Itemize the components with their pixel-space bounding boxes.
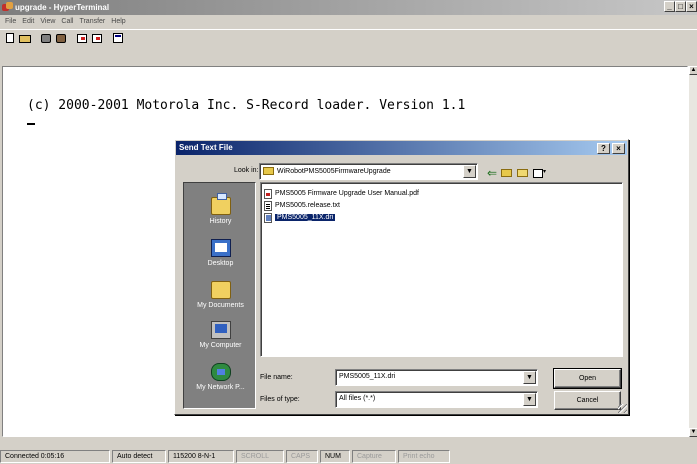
file-name-input[interactable]: PMS5005_11X.dri ▼: [335, 369, 538, 386]
send-text-file-dialog: Send Text File ? × Look in: WiRobotPMS50…: [174, 139, 629, 415]
status-scroll: SCROLL: [236, 450, 284, 463]
status-bar: Connected 0:05:16 Auto detect 115200 8-N…: [0, 449, 697, 464]
place-history[interactable]: History: [184, 193, 257, 225]
look-in-label: Look in:: [234, 167, 259, 174]
scroll-up-icon[interactable]: ▲: [689, 66, 697, 75]
status-caps: CAPS: [286, 450, 318, 463]
back-arrow-icon[interactable]: ⇐: [485, 166, 499, 180]
chevron-down-icon[interactable]: ▼: [523, 393, 536, 406]
place-my-documents[interactable]: My Documents: [184, 281, 257, 309]
file-type-value: All files (*.*): [339, 395, 376, 402]
place-desktop[interactable]: Desktop: [184, 239, 257, 267]
file-name-value: PMS5005_11X.dri: [339, 373, 396, 380]
status-settings: 115200 8-N-1: [168, 450, 234, 463]
file-list[interactable]: PMS5005 Firmware Upgrade User Manual.pdf…: [260, 182, 623, 357]
maximize-button[interactable]: □: [675, 1, 686, 12]
my-network-icon: [210, 363, 231, 381]
place-my-computer[interactable]: My Computer: [184, 321, 257, 349]
look-in-value: WiRobotPMS5005FirmwareUpgrade: [277, 167, 391, 175]
pdf-file-icon: [264, 188, 272, 199]
cancel-button[interactable]: Cancel: [554, 391, 621, 410]
hyperterminal-icon: [2, 2, 13, 13]
menu-edit[interactable]: Edit: [19, 18, 37, 25]
terminal-line: (c) 2000-2001 Motorola Inc. S-Record loa…: [27, 98, 466, 113]
terminal-cursor: [27, 123, 35, 125]
new-connection-icon[interactable]: [3, 31, 17, 45]
history-icon: [210, 193, 231, 215]
menu-help[interactable]: Help: [108, 18, 128, 25]
status-connected: Connected 0:05:16: [0, 450, 110, 463]
close-button[interactable]: ×: [686, 1, 697, 12]
vertical-scrollbar[interactable]: ▲ ▼: [688, 66, 697, 437]
my-computer-icon: [210, 321, 231, 339]
status-num: NUM: [320, 450, 350, 463]
place-my-network[interactable]: My Network P...: [184, 363, 257, 391]
list-item-selected[interactable]: PMS5005_11X.dri: [264, 212, 336, 223]
new-folder-icon[interactable]: [517, 166, 531, 180]
my-documents-icon: [210, 281, 231, 299]
menu-transfer[interactable]: Transfer: [76, 18, 108, 25]
menu-view[interactable]: View: [37, 18, 58, 25]
list-item[interactable]: PMS5005 Firmware Upgrade User Manual.pdf: [264, 188, 419, 199]
open-button[interactable]: Open: [553, 368, 622, 389]
minimize-button[interactable]: _: [664, 1, 675, 12]
toolbar: [0, 29, 697, 46]
up-folder-icon[interactable]: [501, 166, 515, 180]
properties-icon[interactable]: [111, 31, 125, 45]
dialog-close-button[interactable]: ×: [612, 143, 625, 154]
disconnect-phone-icon[interactable]: [54, 31, 68, 45]
file-type-select[interactable]: All files (*.*) ▼: [335, 391, 538, 408]
list-item[interactable]: PMS5005.release.txt: [264, 200, 340, 211]
dri-file-icon: [264, 212, 272, 223]
window-title-bar[interactable]: upgrade - HyperTerminal _ □ ×: [0, 0, 697, 15]
send-file-icon[interactable]: [75, 31, 89, 45]
text-file-icon: [264, 200, 272, 211]
chevron-down-icon[interactable]: ▼: [463, 165, 476, 178]
folder-icon: [263, 167, 274, 175]
file-type-label: Files of type:: [260, 396, 300, 403]
receive-file-icon[interactable]: [90, 31, 104, 45]
status-capture: Capture: [352, 450, 396, 463]
dialog-title: Send Text File: [179, 143, 233, 152]
menu-file[interactable]: File: [2, 18, 19, 25]
desktop-icon: [210, 239, 231, 257]
status-detect: Auto detect: [112, 450, 166, 463]
places-bar: History Desktop My Documents My Computer…: [183, 182, 256, 409]
chevron-down-icon[interactable]: ▼: [523, 371, 536, 384]
help-button[interactable]: ?: [597, 143, 610, 154]
scroll-down-icon[interactable]: ▼: [689, 428, 697, 437]
look-in-select[interactable]: WiRobotPMS5005FirmwareUpgrade ▼: [259, 163, 478, 180]
view-menu-icon[interactable]: ▾: [533, 166, 553, 180]
connect-phone-icon[interactable]: [39, 31, 53, 45]
resize-grip[interactable]: [618, 404, 627, 413]
menu-call[interactable]: Call: [58, 18, 76, 25]
window-title: upgrade - HyperTerminal: [15, 3, 110, 12]
open-folder-icon[interactable]: [18, 31, 32, 45]
dialog-title-bar[interactable]: Send Text File ? ×: [176, 141, 627, 155]
status-print-echo: Print echo: [398, 450, 450, 463]
file-name-label: File name:: [260, 374, 293, 381]
menu-bar: File Edit View Call Transfer Help: [0, 15, 697, 28]
